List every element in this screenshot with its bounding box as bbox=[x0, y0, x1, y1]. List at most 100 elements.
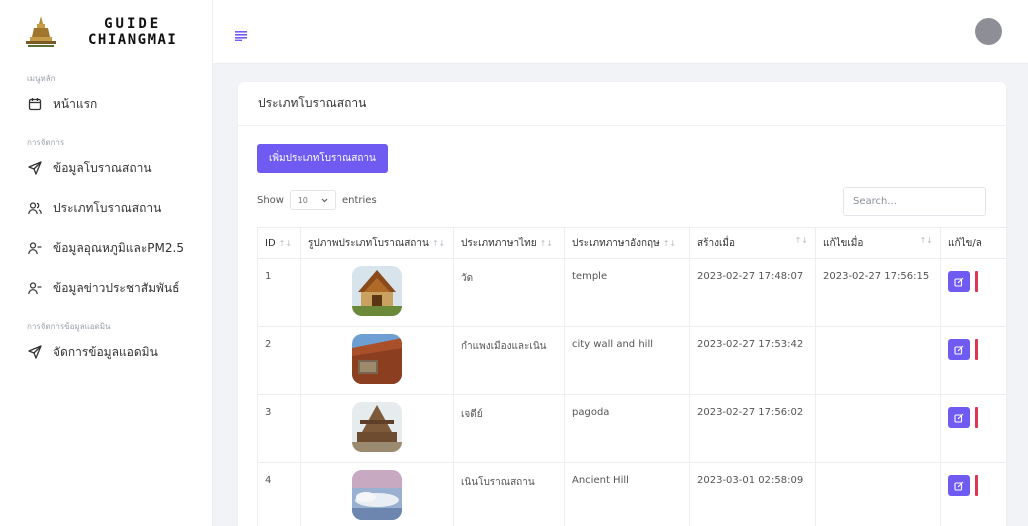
edit-icon bbox=[954, 345, 964, 355]
delete-button[interactable] bbox=[975, 475, 978, 496]
table-row: 3 เจดีย์ pagoda 2023-02-27 17:56:02 bbox=[257, 394, 1006, 463]
sidebar-item-site-types[interactable]: ประเภทโบราณสถาน bbox=[0, 188, 212, 228]
cell-updated bbox=[815, 394, 941, 463]
cell-thai-type: วัด bbox=[453, 258, 565, 327]
chevron-down-icon bbox=[321, 196, 328, 205]
entries-select[interactable]: 10 bbox=[289, 190, 336, 210]
sidebar-item-label: ข้อมูลอุณหภูมิและPM2.5 bbox=[53, 240, 184, 255]
cell-created: 2023-02-27 17:56:02 bbox=[689, 394, 816, 463]
cell-thai-type: เนินโบราณสถาน bbox=[453, 462, 565, 526]
delete-button[interactable] bbox=[975, 271, 978, 292]
cell-created: 2023-03-01 02:58:09 bbox=[689, 462, 816, 526]
brand-line-1: GUIDE bbox=[104, 16, 162, 32]
sort-icon: ↑↓ bbox=[794, 235, 808, 245]
cell-image bbox=[300, 258, 454, 327]
cell-actions bbox=[940, 462, 1006, 526]
column-header-english-type[interactable]: ประเภทภาษาอังกฤษ ↑↓ bbox=[564, 227, 690, 259]
cell-updated: 2023-02-27 17:56:15 bbox=[815, 258, 941, 327]
sidebar-item-admin[interactable]: จัดการข้อมูลแอดมิน bbox=[0, 332, 212, 372]
edit-button[interactable] bbox=[948, 475, 970, 496]
column-header-updated[interactable]: แก้ไขเมื่อ ↑↓ bbox=[815, 227, 941, 259]
column-header-label: รูปภาพประเภทโบราณสถาน bbox=[308, 237, 429, 249]
column-header-label: ประเภทภาษาไทย bbox=[461, 237, 537, 249]
column-header-created[interactable]: สร้างเมื่อ ↑↓ bbox=[689, 227, 816, 259]
sidebar-item-label: ประเภทโบราณสถาน bbox=[53, 200, 162, 215]
edit-icon bbox=[954, 413, 964, 423]
delete-button[interactable] bbox=[975, 339, 978, 360]
sidebar-item-temperature-pm25[interactable]: ข้อมูลอุณหภูมิและPM2.5 bbox=[0, 228, 212, 268]
menu-section-header-manage: การจัดการ bbox=[27, 138, 65, 147]
cell-english-type: temple bbox=[564, 258, 690, 327]
cell-created: 2023-02-27 17:53:42 bbox=[689, 326, 816, 395]
cell-english-type: city wall and hill bbox=[564, 326, 690, 395]
sidebar-item-label: หน้าแรก bbox=[53, 96, 98, 111]
column-header-actions[interactable]: แก้ไข/ล bbox=[940, 227, 1006, 259]
cell-updated bbox=[815, 462, 941, 526]
user-minus-icon bbox=[27, 280, 43, 296]
cell-image bbox=[300, 462, 454, 526]
brand[interactable]: GUIDE CHIANGMAI bbox=[0, 0, 212, 64]
guide-chiangmai-logo bbox=[22, 15, 60, 49]
table-row: 4 เนินโบราณสถาน Ancient Hill 2023-03-01 … bbox=[257, 462, 1006, 526]
cell-actions bbox=[940, 326, 1006, 395]
cell-actions bbox=[940, 394, 1006, 463]
cell-id: 3 bbox=[257, 394, 301, 463]
sidebar-item-label: ข้อมูลข่าวประชาสัมพันธ์ bbox=[53, 280, 180, 295]
edit-icon bbox=[954, 277, 964, 287]
sort-icon: ↑↓ bbox=[431, 238, 446, 248]
brand-line-2: CHIANGMAI bbox=[88, 32, 178, 48]
cell-id: 1 bbox=[257, 258, 301, 327]
edit-button[interactable] bbox=[948, 339, 970, 360]
column-header-label: แก้ไข/ล bbox=[948, 237, 982, 249]
sort-icon: ↑↓ bbox=[662, 238, 677, 248]
site-types-card: ประเภทโบราณสถาน เพิ่มประเภทโบราณสถาน Sho… bbox=[238, 82, 1006, 526]
edit-button[interactable] bbox=[948, 271, 970, 292]
cell-updated bbox=[815, 326, 941, 395]
ancient-hill-photo bbox=[352, 470, 402, 520]
delete-button[interactable] bbox=[975, 407, 978, 428]
table-row: 2 กำแพงเมืองและเนิน city wall and hill 2… bbox=[257, 326, 1006, 395]
entries-label: entries bbox=[341, 194, 377, 206]
show-label: Show bbox=[257, 194, 284, 206]
column-header-thai-type[interactable]: ประเภทภาษาไทย ↑↓ bbox=[453, 227, 565, 259]
site-types-table: ID ↑↓ รูปภาพประเภทโบราณสถาน ↑↓ ประเภทภาษาไ… bbox=[257, 227, 1006, 526]
temple-photo bbox=[352, 266, 402, 316]
edit-button[interactable] bbox=[948, 407, 970, 428]
card-title: ประเภทโบราณสถาน bbox=[238, 82, 1006, 126]
column-header-label: แก้ไขเมื่อ bbox=[823, 237, 864, 249]
sidebar-item-home[interactable]: หน้าแรก bbox=[0, 84, 212, 124]
send-icon bbox=[27, 160, 43, 176]
column-header-label: ID bbox=[265, 237, 276, 249]
sort-asc-icon: ↑↓ bbox=[278, 238, 293, 248]
sidebar-item-news[interactable]: ข้อมูลข่าวประชาสัมพันธ์ bbox=[0, 268, 212, 308]
menu-section-header-admin: การจัดการข้อมูลแอดมิน bbox=[27, 322, 111, 331]
cell-thai-type: เจดีย์ bbox=[453, 394, 565, 463]
search-input[interactable] bbox=[843, 187, 986, 216]
column-header-id[interactable]: ID ↑↓ bbox=[257, 227, 301, 259]
sidebar-item-sites[interactable]: ข้อมูลโบราณสถาน bbox=[0, 148, 212, 188]
table-row: 1 วัด temple 2023-02-27 17:48:07 2023-02… bbox=[257, 258, 1006, 327]
cell-id: 4 bbox=[257, 462, 301, 526]
user-minus-icon bbox=[27, 240, 43, 256]
cell-created: 2023-02-27 17:48:07 bbox=[689, 258, 816, 327]
cell-actions bbox=[940, 258, 1006, 327]
city-wall-photo bbox=[352, 334, 402, 384]
menu-section-header-main: เมนูหลัก bbox=[27, 74, 56, 83]
sort-icon: ↑↓ bbox=[919, 235, 933, 245]
users-icon bbox=[27, 200, 43, 216]
add-site-type-button[interactable]: เพิ่มประเภทโบราณสถาน bbox=[257, 144, 388, 173]
cell-english-type: Ancient Hill bbox=[564, 462, 690, 526]
pagoda-photo bbox=[352, 402, 402, 452]
sort-icon: ↑↓ bbox=[539, 238, 553, 248]
column-header-image[interactable]: รูปภาพประเภทโบราณสถาน ↑↓ bbox=[300, 227, 454, 259]
menu-toggle-icon[interactable] bbox=[235, 26, 247, 45]
entries-length-control: Show 10 entries bbox=[257, 190, 377, 210]
cell-english-type: pagoda bbox=[564, 394, 690, 463]
column-header-label: สร้างเมื่อ bbox=[697, 237, 735, 249]
sidebar: GUIDE CHIANGMAI เมนูหลัก หน้าแรก การจัดก… bbox=[0, 0, 213, 526]
column-header-label: ประเภทภาษาอังกฤษ bbox=[572, 237, 660, 249]
cell-image bbox=[300, 394, 454, 463]
avatar[interactable] bbox=[975, 18, 1002, 45]
topbar bbox=[213, 0, 1028, 64]
cell-id: 2 bbox=[257, 326, 301, 395]
